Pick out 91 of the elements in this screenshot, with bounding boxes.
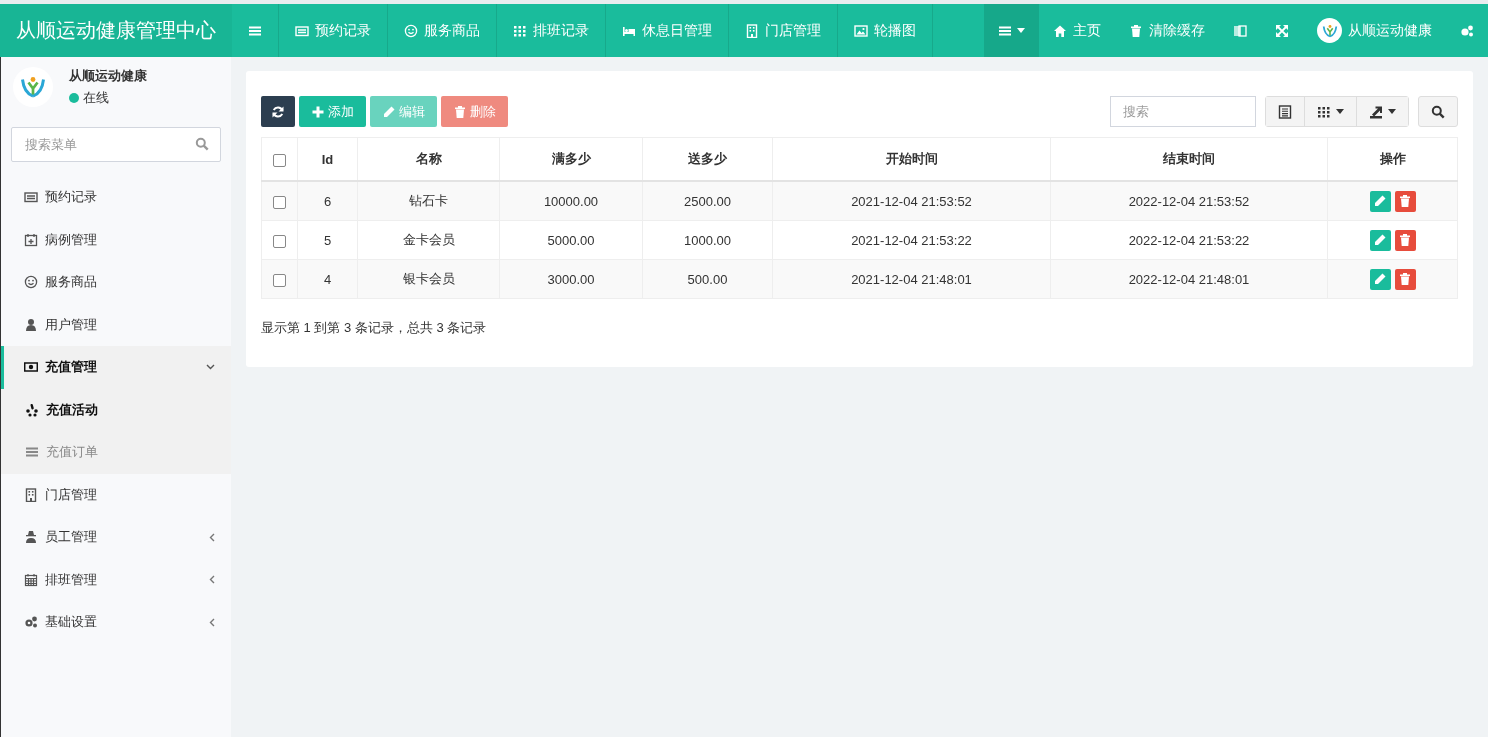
grid-icon (1317, 104, 1331, 119)
table-cell: 500.00 (642, 259, 773, 299)
row-checkbox[interactable] (273, 153, 286, 167)
menu-search-field[interactable]: 搜索菜单 (11, 127, 221, 162)
pencil-icon (382, 104, 396, 119)
pagination-info: 显示第 1 到第 3 条记录，总共 3 条记录 (261, 319, 488, 337)
header-link[interactable]: 主页 (1039, 4, 1115, 57)
user-icon (24, 317, 38, 332)
table-cell: 1000.00 (642, 220, 773, 260)
trash-icon (453, 104, 467, 119)
edit-row-button[interactable] (1369, 229, 1391, 251)
card-icon (24, 190, 38, 205)
chevron-left-icon (209, 575, 215, 585)
refresh-button[interactable] (261, 96, 295, 127)
smiley-icon (24, 275, 38, 290)
building-icon (24, 487, 38, 502)
caret-icon (1388, 109, 1396, 114)
pencil-icon (1373, 272, 1387, 286)
chevron-left-icon (209, 617, 215, 627)
submenu-item[interactable]: 充值订单 (1, 431, 231, 474)
add-button[interactable]: 添加 (299, 96, 366, 127)
table-cell: 2022-12-04 21:53:22 (1050, 220, 1328, 260)
table-cell: 2500.00 (642, 181, 773, 221)
pencil-icon (1373, 194, 1387, 208)
chevron-down-icon (206, 364, 215, 371)
calendar-plus-icon (24, 232, 38, 247)
delete-row-button[interactable] (1394, 268, 1416, 290)
menu-item[interactable]: 服务商品 (1, 261, 231, 304)
menu-item[interactable]: 用户管理 (1, 303, 231, 346)
smiley-icon (404, 23, 418, 38)
table-cell: 4 (297, 259, 358, 299)
table-search-field[interactable]: 搜索 (1110, 96, 1256, 127)
card-icon (295, 23, 309, 38)
money-icon (24, 360, 38, 375)
pencil-icon (1373, 233, 1387, 247)
menu-item[interactable]: 预约记录 (1, 176, 231, 219)
caret-icon (1336, 109, 1344, 114)
search-icon (195, 137, 209, 151)
table-cell: 钻石卡 (357, 181, 500, 221)
image-icon (854, 23, 868, 38)
row-checkbox[interactable] (273, 273, 286, 287)
trash-icon (1129, 23, 1143, 38)
table-cell: 5000.00 (499, 220, 643, 260)
delete-row-button[interactable] (1394, 190, 1416, 212)
table-cell: 银卡会员 (357, 259, 500, 299)
menu-item[interactable]: 病例管理 (1, 218, 231, 261)
plus-icon (311, 104, 325, 119)
user-menu[interactable]: 从顺运动健康 (1303, 4, 1446, 57)
menu-dropdown[interactable] (984, 4, 1039, 57)
table-cell: 2022-12-04 21:48:01 (1050, 259, 1328, 299)
table-cell: 6 (297, 181, 358, 221)
person-icon (24, 530, 38, 545)
menu-item[interactable]: 员工管理 (1, 516, 231, 559)
home-icon (1053, 23, 1067, 38)
export-button[interactable] (1356, 97, 1408, 126)
menu-item[interactable]: 门店管理 (1, 473, 231, 516)
table-cell: 2021-12-04 21:53:52 (772, 181, 1051, 221)
refresh-icon (271, 104, 285, 119)
chevron-left-icon (209, 532, 215, 542)
menu-item[interactable]: 排班管理 (1, 558, 231, 601)
calendar-icon (24, 572, 38, 587)
table-cell: 5 (297, 220, 358, 260)
table-cell: 3000.00 (499, 259, 643, 299)
status-text: 在线 (83, 89, 109, 107)
edit-row-button[interactable] (1369, 268, 1391, 290)
building-icon (745, 23, 759, 38)
row-checkbox[interactable] (273, 195, 286, 209)
trash-icon (1398, 233, 1412, 247)
table-cell: 2022-12-04 21:53:52 (1050, 181, 1328, 221)
edit-row-button[interactable] (1369, 190, 1391, 212)
table-cell: 10000.00 (499, 181, 643, 221)
submenu-item[interactable]: 充值活动 (1, 388, 231, 431)
caret-icon (1017, 28, 1025, 33)
table-cell: 2021-12-04 21:48:01 (772, 259, 1051, 299)
header-link[interactable]: 清除缓存 (1115, 4, 1219, 57)
fullscreen-icon (1275, 23, 1289, 38)
trash-icon (1398, 194, 1412, 208)
trash-icon (1398, 272, 1412, 286)
user-name: 从顺运动健康 (69, 67, 147, 85)
table-cell: 2021-12-04 21:53:22 (772, 220, 1051, 260)
row-checkbox[interactable] (273, 234, 286, 248)
delete-row-button[interactable] (1394, 229, 1416, 251)
list-icon (1278, 104, 1292, 119)
search-button[interactable] (1418, 96, 1458, 127)
grid-icon (513, 23, 527, 38)
table-cell: 金卡会员 (357, 220, 500, 260)
export-icon (1369, 104, 1383, 119)
search-icon (1431, 104, 1445, 119)
menu-item[interactable]: 充值管理 (1, 346, 231, 389)
brand-title: 从顺运动健康管理中心 (0, 4, 232, 57)
menu-item[interactable]: 基础设置 (1, 601, 231, 644)
